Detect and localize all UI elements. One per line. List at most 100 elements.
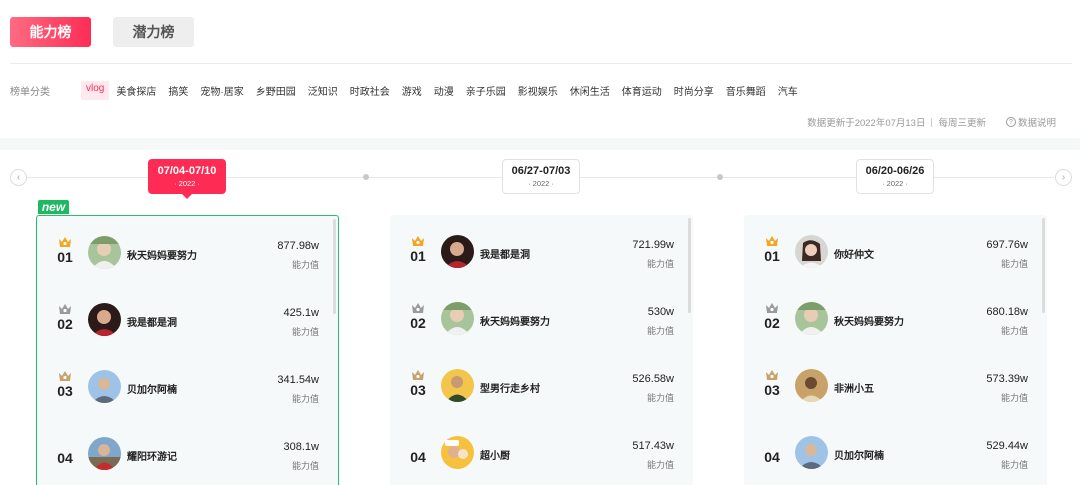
creator-name[interactable]: 贝加尔阿楠 <box>834 447 884 462</box>
section-band <box>0 138 1080 150</box>
ranking-column-1: 01 我是都是洞 721.99w 能力值 02 秋天妈妈要努力 530w 能力值 <box>390 215 693 485</box>
category-cars[interactable]: 汽车 <box>773 81 803 100</box>
ability-score: 529.44w <box>986 440 1028 452</box>
avatar[interactable] <box>88 236 121 269</box>
category-food[interactable]: 美食探店 <box>111 81 161 100</box>
week-selector-1[interactable]: 06/27-07/03 · 2022 · <box>502 159 580 194</box>
ability-score: 573.39w <box>986 373 1028 385</box>
category-music-dance[interactable]: 音乐舞蹈 <box>721 81 771 100</box>
creator-name[interactable]: 你好仲文 <box>834 246 874 261</box>
avatar[interactable] <box>795 369 828 402</box>
category-sports[interactable]: 体育运动 <box>617 81 667 100</box>
category-games[interactable]: 游戏 <box>397 81 427 100</box>
creator-name[interactable]: 耀阳环游记 <box>127 448 177 463</box>
rank: 03 <box>55 370 75 399</box>
silver-crown-icon <box>412 303 424 313</box>
rank-number: 03 <box>764 382 780 398</box>
avatar[interactable] <box>88 437 121 470</box>
ability-score-label: 能力值 <box>291 260 319 270</box>
avatar[interactable] <box>441 436 474 469</box>
ranking-row[interactable]: 03 非洲小五 573.39w 能力值 <box>744 349 1047 416</box>
creator-name[interactable]: 我是都是洞 <box>127 314 177 329</box>
update-date-text: 数据更新于2022年07月13日 <box>807 118 926 129</box>
creator-name[interactable]: 我是都是洞 <box>480 246 530 261</box>
avatar[interactable] <box>441 235 474 268</box>
avatar[interactable] <box>88 303 121 336</box>
data-help-link[interactable]: ? 数据说明 <box>1005 115 1056 129</box>
ranking-row[interactable]: 04 超小厨 517.43w 能力值 <box>390 416 693 483</box>
creator-name[interactable]: 贝加尔阿楠 <box>127 381 177 396</box>
ability-score-label: 能力值 <box>291 327 319 337</box>
category-politics[interactable]: 时政社会 <box>345 81 395 100</box>
ranking-row[interactable]: 04 贝加尔阿楠 529.44w 能力值 <box>744 416 1047 483</box>
week-selector-2[interactable]: 06/20-06/26 · 2022 · <box>856 159 934 194</box>
week-year: · 2022 · <box>528 179 554 188</box>
avatar[interactable] <box>88 370 121 403</box>
ability-score: 877.98w <box>277 240 319 252</box>
creator-name[interactable]: 秋天妈妈要努力 <box>480 313 550 328</box>
rank-number: 04 <box>410 449 426 465</box>
ranking-row[interactable]: 02 秋天妈妈要努力 680.18w 能力值 <box>744 282 1047 349</box>
category-parenting[interactable]: 亲子乐园 <box>461 81 511 100</box>
tab-potential-ranking[interactable]: 潜力榜 <box>113 17 194 47</box>
ranking-column-2: 01 你好仲文 697.76w 能力值 02 秋天妈妈要努力 680.18w 能… <box>744 215 1047 485</box>
update-info: 数据更新于2022年07月13日 每周三更新 ? 数据说明 <box>807 115 1056 129</box>
category-knowledge[interactable]: 泛知识 <box>303 81 343 100</box>
timeline-prev-button[interactable]: ‹ <box>10 169 27 186</box>
rank: 04 <box>408 436 428 465</box>
rank: 04 <box>55 437 75 466</box>
category-anime[interactable]: 动漫 <box>429 81 459 100</box>
avatar[interactable] <box>441 369 474 402</box>
rank: 02 <box>762 302 782 331</box>
week-range: 06/20-06/26 <box>865 165 925 177</box>
ranking-row[interactable]: 04 耀阳环游记 308.1w 能力值 <box>37 417 338 484</box>
gold-crown-icon <box>412 236 424 246</box>
update-frequency-text: 每周三更新 <box>938 118 986 129</box>
rank: 04 <box>762 436 782 465</box>
week-selector-0[interactable]: 07/04-07/10 · 2022 · <box>148 159 226 199</box>
ability-score: 341.54w <box>277 374 319 386</box>
ability-score-label: 能力值 <box>291 394 319 404</box>
category-pets-home[interactable]: 宠物·居家 <box>195 81 248 100</box>
chevron-right-icon: › <box>1061 172 1066 183</box>
category-vlog[interactable]: vlog <box>81 81 110 100</box>
ability-score-label: 能力值 <box>646 326 674 336</box>
ranking-row[interactable]: 02 我是都是洞 425.1w 能力值 <box>37 283 338 350</box>
category-leisure[interactable]: 休闲生活 <box>565 81 615 100</box>
ranking-row[interactable]: 01 你好仲文 697.76w 能力值 <box>744 215 1047 282</box>
ability-score: 308.1w <box>283 441 319 453</box>
ranking-page: 能力榜 潜力榜 榜单分类 vlog 美食探店 搞笑 宠物·居家 乡野田园 泛知识… <box>0 0 1080 485</box>
week-range: 07/04-07/10 <box>157 165 217 177</box>
ranking-row[interactable]: 03 型男行走乡村 526.58w 能力值 <box>390 349 693 416</box>
creator-name[interactable]: 秋天妈妈要努力 <box>834 313 904 328</box>
category-funny[interactable]: 搞笑 <box>163 81 193 100</box>
rank: 02 <box>408 302 428 331</box>
tab-ability-ranking[interactable]: 能力榜 <box>10 17 91 47</box>
ability-score: 526.58w <box>632 373 674 385</box>
avatar[interactable] <box>795 302 828 335</box>
rank: 01 <box>762 235 782 264</box>
avatar[interactable] <box>795 436 828 469</box>
ranking-row[interactable]: 01 秋天妈妈要努力 877.98w 能力值 <box>37 216 338 283</box>
silver-crown-icon <box>766 303 778 313</box>
ranking-row[interactable]: 03 贝加尔阿楠 341.54w 能力值 <box>37 350 338 417</box>
ability-score: 697.76w <box>986 239 1028 251</box>
gold-crown-icon <box>59 237 71 247</box>
ability-score: 530w <box>647 306 674 318</box>
gold-crown-icon <box>766 236 778 246</box>
timeline-dot <box>717 174 723 180</box>
creator-name[interactable]: 型男行走乡村 <box>480 380 540 395</box>
rank: 03 <box>408 369 428 398</box>
creator-name[interactable]: 超小厨 <box>480 447 510 462</box>
category-rural[interactable]: 乡野田园 <box>251 81 301 100</box>
timeline-next-button[interactable]: › <box>1055 169 1072 186</box>
avatar[interactable] <box>795 235 828 268</box>
category-entertainment[interactable]: 影视娱乐 <box>513 81 563 100</box>
ranking-row[interactable]: 01 我是都是洞 721.99w 能力值 <box>390 215 693 282</box>
chevron-left-icon: ‹ <box>16 172 21 183</box>
category-fashion[interactable]: 时尚分享 <box>669 81 719 100</box>
creator-name[interactable]: 秋天妈妈要努力 <box>127 247 197 262</box>
avatar[interactable] <box>441 302 474 335</box>
creator-name[interactable]: 非洲小五 <box>834 380 874 395</box>
ranking-row[interactable]: 02 秋天妈妈要努力 530w 能力值 <box>390 282 693 349</box>
